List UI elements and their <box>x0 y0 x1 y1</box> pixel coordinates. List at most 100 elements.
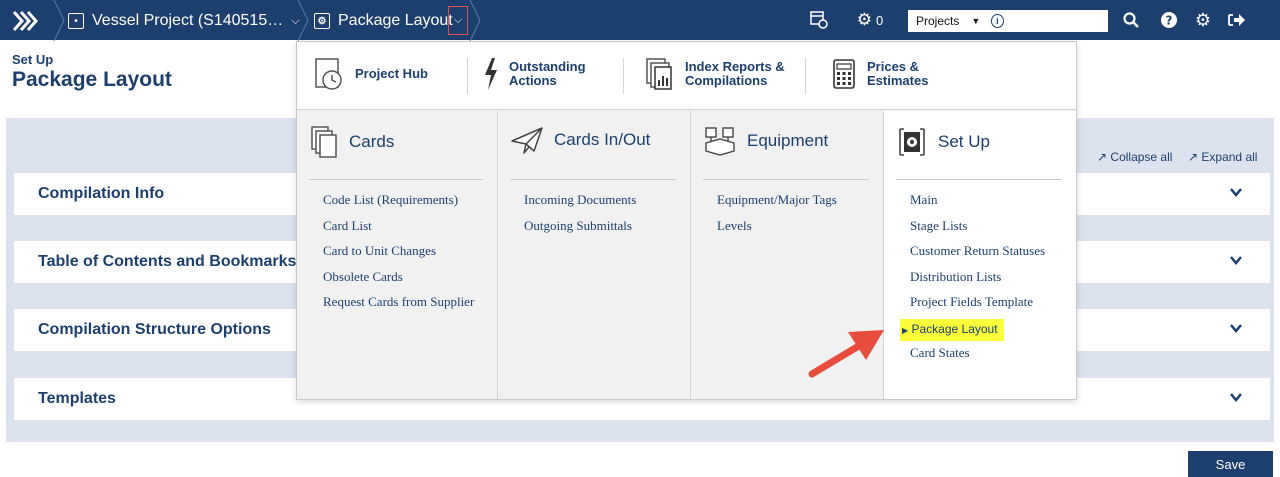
section-title: Compilation Structure Options <box>38 321 271 338</box>
save-button[interactable]: Save <box>1188 451 1273 477</box>
menu-column-cards-in-out: Cards In/Out Incoming Documents Outgoing… <box>498 111 691 399</box>
top-link-outstanding-actions[interactable]: Outstanding Actions <box>483 56 589 92</box>
top-link-index-reports[interactable]: Index Reports & Compilations <box>645 56 795 92</box>
menu-item[interactable]: Request Cards from Supplier <box>323 293 474 319</box>
column-heading-label: Set Up <box>938 132 990 151</box>
column-heading: Cards <box>309 125 394 159</box>
menu-dropdown-toggle[interactable]: ⌵ <box>448 6 468 35</box>
separator <box>805 58 806 94</box>
menu-item[interactable]: Card to Unit Changes <box>323 242 474 268</box>
column-heading: Cards In/Out <box>510 125 650 155</box>
project-hub-icon <box>315 58 342 90</box>
chevron-down-icon[interactable] <box>1230 186 1242 198</box>
menu-item[interactable]: Outgoing Submittals <box>524 217 636 243</box>
logout-icon[interactable] <box>1226 10 1248 30</box>
menu-item[interactable]: Distribution Lists <box>910 268 1045 294</box>
calculator-icon <box>833 59 855 89</box>
menu-item[interactable]: Card States <box>910 344 1045 370</box>
tasks-count: 0 <box>876 12 884 28</box>
menu-item[interactable]: Card List <box>323 217 474 243</box>
menu-list: Equipment/Major Tags Levels <box>717 191 837 242</box>
expand-all-link[interactable]: ↗ Expand all <box>1188 150 1257 164</box>
menu-item[interactable]: Customer Return Statuses <box>910 242 1045 268</box>
divider <box>703 179 869 180</box>
column-heading-label: Equipment <box>747 131 829 150</box>
divider <box>510 179 676 180</box>
expand-all-label: Expand all <box>1201 150 1258 164</box>
report-icon <box>646 58 672 90</box>
column-heading-label: Cards In/Out <box>554 130 651 149</box>
breadcrumb-page[interactable]: ⚙ Package Layout <box>314 12 453 30</box>
menu-item-label: Package Layout <box>911 321 998 336</box>
paper-plane-icon <box>511 127 543 154</box>
top-link-prices-estimates[interactable]: Prices & Estimates <box>831 56 937 92</box>
menu-item[interactable]: Equipment/Major Tags <box>717 191 837 217</box>
search-scope-select[interactable]: Projects ▼ <box>908 10 991 32</box>
top-navigation-bar: • Vessel Project (S140515… ⌵ ⚙ Package L… <box>0 0 1280 41</box>
breadcrumb-separator-icon <box>297 0 309 41</box>
menu-list: Incoming Documents Outgoing Submittals <box>524 191 636 242</box>
settings-icon[interactable]: ⚙ <box>1192 10 1214 30</box>
caret-down-icon: ▼ <box>971 16 981 26</box>
column-heading: Set Up <box>896 125 990 159</box>
column-heading-label: Cards <box>349 132 395 151</box>
schedule-icon[interactable] <box>808 10 830 30</box>
collapse-all-label: Collapse all <box>1110 150 1173 164</box>
equipment-icon <box>705 127 735 156</box>
separator <box>623 58 624 94</box>
expand-icon: ↗ <box>1188 150 1199 164</box>
setup-gear-icon <box>899 128 925 156</box>
breadcrumb-page-label: Package Layout <box>338 12 453 29</box>
top-link-label: Project Hub <box>355 66 428 81</box>
breadcrumb-separator-icon <box>53 0 65 41</box>
chevron-down-icon[interactable] <box>1230 391 1242 403</box>
info-icon[interactable]: i <box>990 14 1004 28</box>
menu-item[interactable]: Obsolete Cards <box>323 268 474 294</box>
search-icon[interactable] <box>1120 10 1142 30</box>
breadcrumb-project-label: Vessel Project (S140515… <box>92 12 284 29</box>
page-subtitle: Set Up <box>12 52 54 67</box>
page-title: Package Layout <box>12 68 172 91</box>
help-icon[interactable]: ? <box>1158 10 1180 30</box>
tasks-button[interactable]: ⚙ 0 <box>850 10 890 30</box>
menu-column-setup: Set Up Main Stage Lists Customer Return … <box>884 111 1076 399</box>
mega-menu-dropdown: Project Hub Outstanding Actions Index Re… <box>296 41 1077 400</box>
menu-item-active[interactable]: ▶ Package Layout <box>900 318 1045 345</box>
search-bar: Projects ▼ i <box>908 10 1108 32</box>
tasks-gear-icon: ⚙ <box>856 10 872 29</box>
breadcrumb-separator-icon <box>469 0 481 41</box>
divider <box>896 179 1062 180</box>
menu-item[interactable]: Project Fields Template <box>910 293 1045 319</box>
menu-item[interactable]: Stage Lists <box>910 217 1045 243</box>
search-scope-label: Projects <box>916 14 960 28</box>
chevron-down-icon: ⌵ <box>453 14 463 26</box>
menu-list: Main Stage Lists Customer Return Statuse… <box>900 191 1045 370</box>
collapse-all-link[interactable]: ↗ Collapse all <box>1097 150 1172 164</box>
menu-item[interactable]: Code List (Requirements) <box>323 191 474 217</box>
cards-icon <box>311 126 337 158</box>
menu-item[interactable]: Incoming Documents <box>524 191 636 217</box>
menu-expand-icon[interactable] <box>12 8 52 34</box>
breadcrumb-project[interactable]: • Vessel Project (S140515… ⌵ <box>68 12 300 30</box>
separator <box>467 58 468 94</box>
menu-item[interactable]: Main <box>910 191 1045 217</box>
package-icon: ⚙ <box>314 13 330 29</box>
section-title: Compilation Info <box>38 185 165 202</box>
menu-column-cards: Cards Code List (Requirements) Card List… <box>297 111 498 399</box>
mega-menu-top-links: Project Hub Outstanding Actions Index Re… <box>297 42 1076 110</box>
section-title: Templates <box>38 390 116 407</box>
chevron-down-icon[interactable] <box>1230 254 1242 266</box>
menu-item[interactable]: Levels <box>717 217 837 243</box>
chevron-down-icon[interactable] <box>1230 322 1242 334</box>
annotation-arrow-icon <box>808 330 884 378</box>
search-input[interactable] <box>1008 11 1108 31</box>
top-link-label: Prices & Estimates <box>867 59 929 88</box>
lightning-icon <box>485 58 497 90</box>
menu-list: Code List (Requirements) Card List Card … <box>323 191 474 319</box>
divider <box>309 179 483 180</box>
active-caret-icon: ▶ <box>902 325 909 335</box>
top-link-project-hub[interactable]: Project Hub <box>313 56 428 92</box>
top-link-label: Outstanding Actions <box>509 59 586 88</box>
collapse-icon: ↗ <box>1097 150 1108 164</box>
svg-text:?: ? <box>1166 14 1173 28</box>
